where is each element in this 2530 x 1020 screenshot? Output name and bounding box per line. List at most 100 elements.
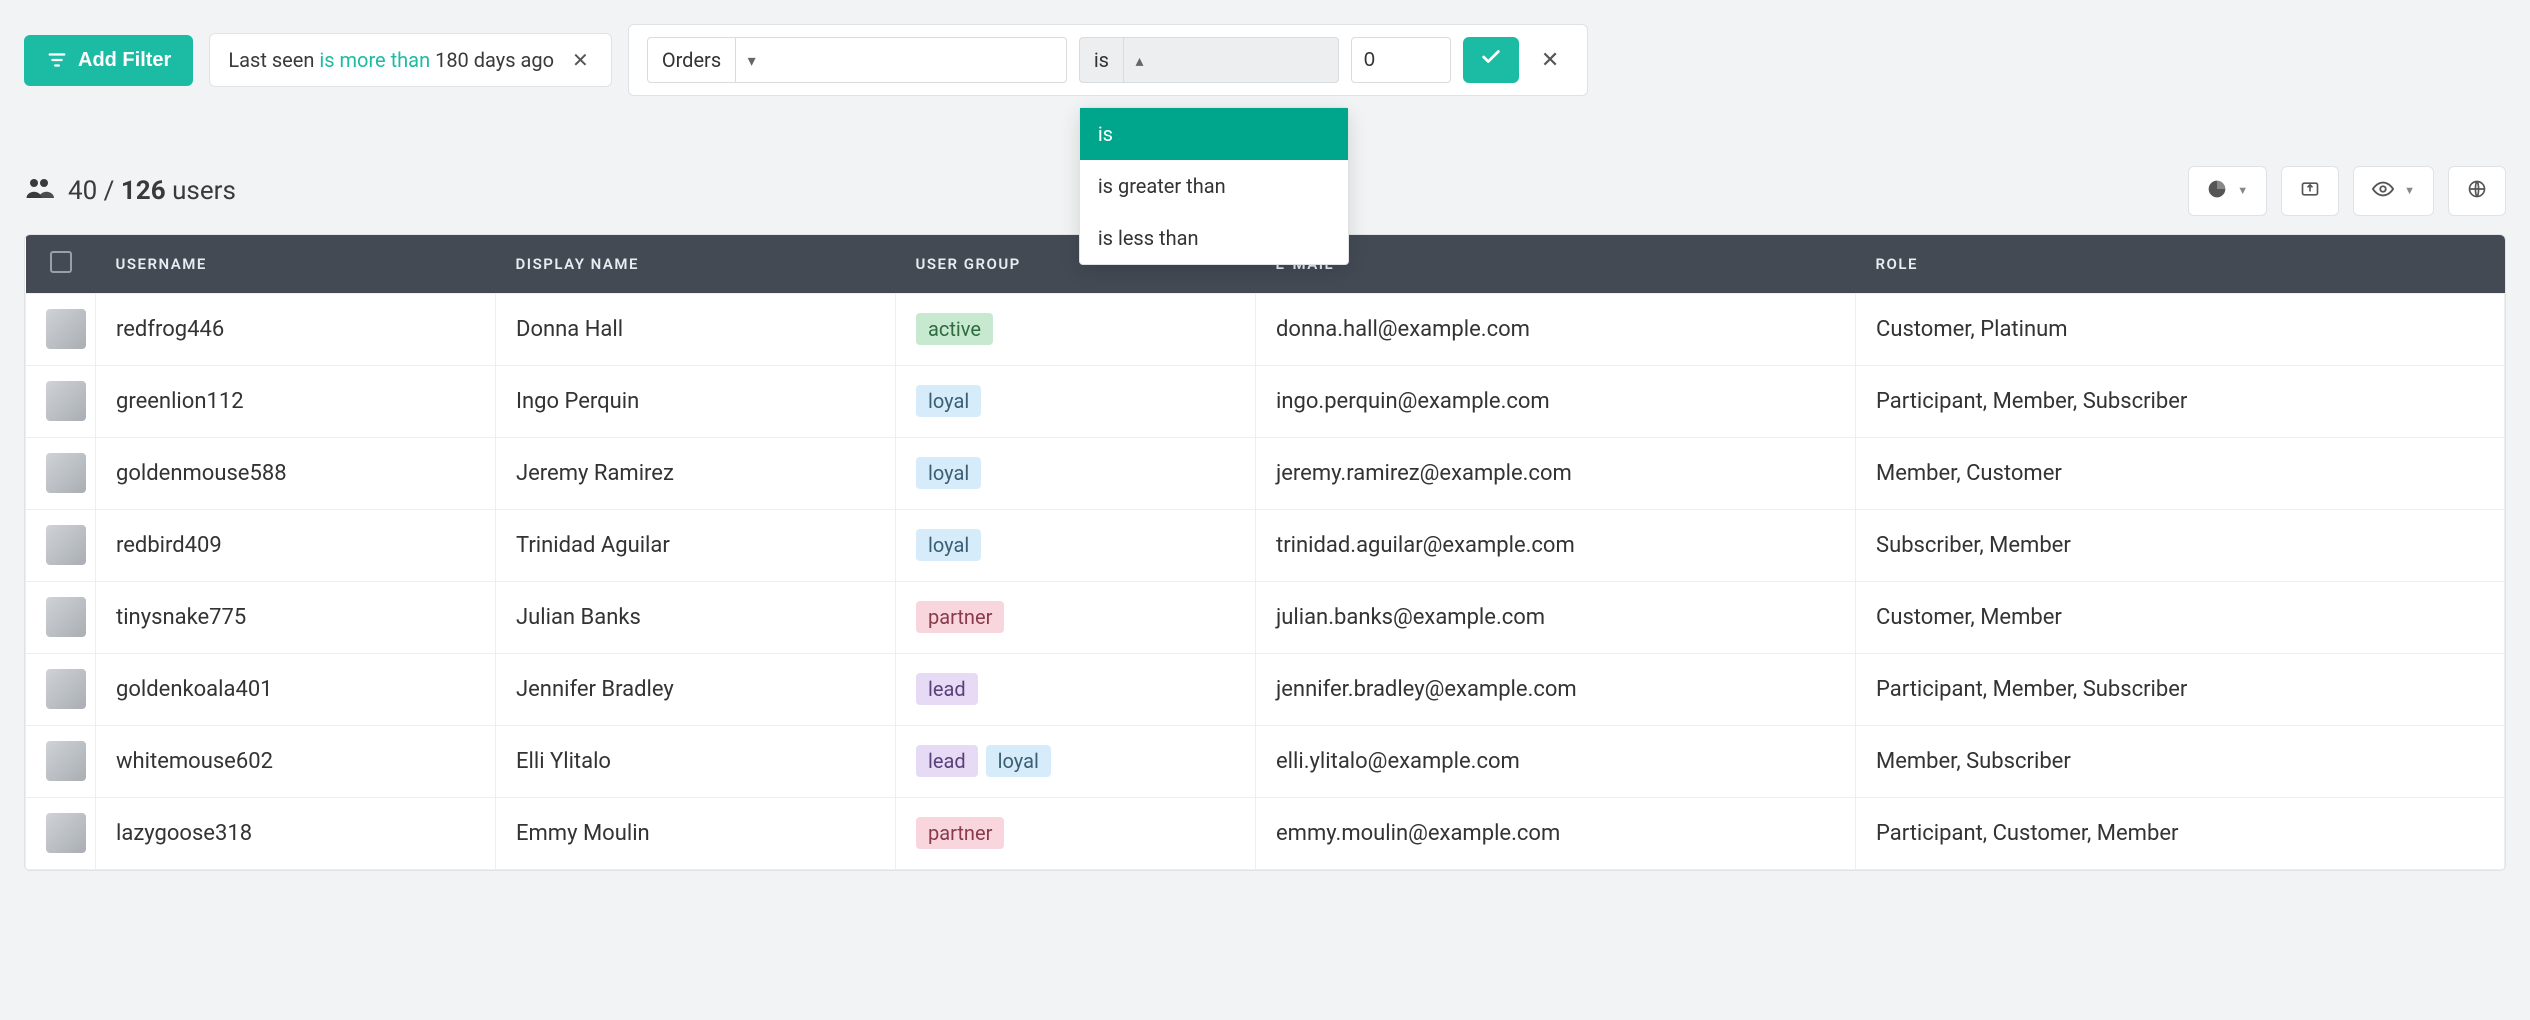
display-name: Elli Ylitalo: [496, 725, 896, 797]
pie-chart-icon: [2207, 179, 2227, 204]
chip-value: 180 days ago: [435, 48, 554, 72]
filter-field-select[interactable]: Orders ▾: [647, 37, 1067, 83]
table-row[interactable]: goldenmouse588 Jeremy Ramirez loyal jeremy.…: [26, 437, 2505, 509]
people-icon: [24, 173, 54, 210]
user-group: loyal: [896, 509, 1256, 581]
chip-close-icon[interactable]: ✕: [568, 46, 593, 74]
avatar: [46, 669, 86, 709]
avatar: [46, 309, 86, 349]
table-row[interactable]: tinysnake775 Julian Banks partner julian.ba…: [26, 581, 2505, 653]
table-row[interactable]: redbird409Trinidad Aguilarloyaltrinidad.…: [26, 509, 2505, 581]
table-row[interactable]: redfrog446 Donna Hallactivedonna.hall@exa…: [26, 293, 2505, 365]
visibility-button[interactable]: ▼: [2353, 166, 2434, 216]
table-row[interactable]: whitemouse602Elli Ylitaloleadloyalelli.y…: [26, 725, 2505, 797]
group-tag-loyal: loyal: [986, 745, 1051, 777]
user-group: partner: [896, 581, 1256, 653]
avatar: [46, 741, 86, 781]
email: elli.ylitalo@example.com: [1256, 725, 1856, 797]
add-filter-label: Add Filter: [78, 49, 171, 72]
group-tag-loyal: loyal: [916, 529, 981, 561]
role: Member, Subscriber: [1856, 725, 2505, 797]
role: Customer, Platinum: [1856, 293, 2505, 365]
email: jeremy.ramirez@example.com: [1256, 437, 1856, 509]
filter-value-input[interactable]: [1351, 37, 1451, 83]
operator-dropdown: is is greater than is less than: [1079, 107, 1349, 265]
table-row[interactable]: lazygoose318 Emmy Moulin partner emmy.mouli…: [26, 797, 2505, 869]
public-button[interactable]: [2448, 166, 2506, 216]
group-tag-loyal: loyal: [916, 385, 981, 417]
filter-operator-value: is: [1080, 38, 1123, 82]
stats-button[interactable]: ▼: [2188, 166, 2267, 216]
role: Participant, Member, Subscriber: [1856, 653, 2505, 725]
avatar: [46, 813, 86, 853]
filter-field-value: Orders: [648, 38, 735, 82]
table-row[interactable]: goldenkoala401Jennifer Bradleyleadjennif…: [26, 653, 2505, 725]
globe-icon: [2467, 179, 2487, 204]
user-group: active: [896, 293, 1256, 365]
email: emmy.moulin@example.com: [1256, 797, 1856, 869]
check-icon: [1480, 46, 1502, 74]
group-tag-loyal: loyal: [916, 457, 981, 489]
display-name: Julian Banks: [496, 581, 896, 653]
group-tag-partner: partner: [916, 817, 1004, 849]
operator-option-is[interactable]: is: [1080, 108, 1348, 160]
user-group: lead: [896, 653, 1256, 725]
user-group: partner: [896, 797, 1256, 869]
eye-icon: [2372, 178, 2394, 205]
add-filter-button[interactable]: Add Filter: [24, 35, 193, 86]
username: whitemouse602: [116, 749, 273, 774]
username: goldenkoala401: [116, 677, 273, 702]
chevron-up-icon[interactable]: ▴: [1123, 38, 1155, 82]
user-group: loyal: [896, 365, 1256, 437]
display-name: Donna Hall: [496, 293, 896, 365]
username: redfrog446: [116, 317, 224, 342]
email: jennifer.bradley@example.com: [1256, 653, 1856, 725]
role: Customer, Member: [1856, 581, 2505, 653]
chip-field: Last seen: [228, 48, 314, 72]
avatar: [46, 525, 86, 565]
email: julian.banks@example.com: [1256, 581, 1856, 653]
avatar: [46, 381, 86, 421]
operator-option-greater[interactable]: is greater than: [1080, 160, 1348, 212]
group-tag-partner: partner: [916, 601, 1004, 633]
users-table: USERNAME DISPLAY NAME USER GROUP E-MAIL …: [25, 235, 2505, 870]
count-label: users: [172, 176, 236, 206]
role: Participant, Customer, Member: [1856, 797, 2505, 869]
user-group: loyal: [896, 437, 1256, 509]
email: ingo.perquin@example.com: [1256, 365, 1856, 437]
export-icon: [2300, 179, 2320, 204]
filter-operator-select[interactable]: is ▴: [1079, 37, 1339, 83]
select-all-checkbox[interactable]: [50, 251, 72, 273]
operator-option-less[interactable]: is less than: [1080, 212, 1348, 264]
chevron-down-icon: ▼: [2237, 185, 2248, 197]
group-tag-lead: lead: [916, 745, 978, 777]
group-tag-lead: lead: [916, 673, 978, 705]
editor-close-icon[interactable]: ✕: [1531, 42, 1569, 79]
role: Subscriber, Member: [1856, 509, 2505, 581]
username: lazygoose318: [116, 821, 252, 846]
email: donna.hall@example.com: [1256, 293, 1856, 365]
count-shown: 40: [68, 176, 97, 206]
confirm-filter-button[interactable]: [1463, 37, 1519, 83]
filter-chip-lastseen[interactable]: Last seen is more than 180 days ago ✕: [209, 33, 611, 87]
filter-icon: [46, 49, 68, 71]
chip-operator: is more than: [319, 48, 430, 72]
display-name: Emmy Moulin: [496, 797, 896, 869]
user-group: leadloyal: [896, 725, 1256, 797]
display-name: Jeremy Ramirez: [496, 437, 896, 509]
username: greenlion112: [116, 389, 244, 414]
username: goldenmouse588: [116, 461, 287, 486]
filter-editor: Orders ▾ is ▴ is is greater than is less…: [628, 24, 1588, 96]
chevron-down-icon[interactable]: ▾: [735, 38, 767, 82]
table-row[interactable]: greenlion112Ingo Perquinloyalingo.perqui…: [26, 365, 2505, 437]
export-button[interactable]: [2281, 166, 2339, 216]
username: tinysnake775: [116, 605, 246, 630]
avatar: [46, 597, 86, 637]
avatar: [46, 453, 86, 493]
chevron-down-icon: ▼: [2404, 185, 2415, 197]
col-username[interactable]: USERNAME: [96, 235, 496, 293]
username: redbird409: [116, 533, 222, 558]
col-role[interactable]: ROLE: [1856, 235, 2505, 293]
role: Member, Customer: [1856, 437, 2505, 509]
col-display-name[interactable]: DISPLAY NAME: [496, 235, 896, 293]
